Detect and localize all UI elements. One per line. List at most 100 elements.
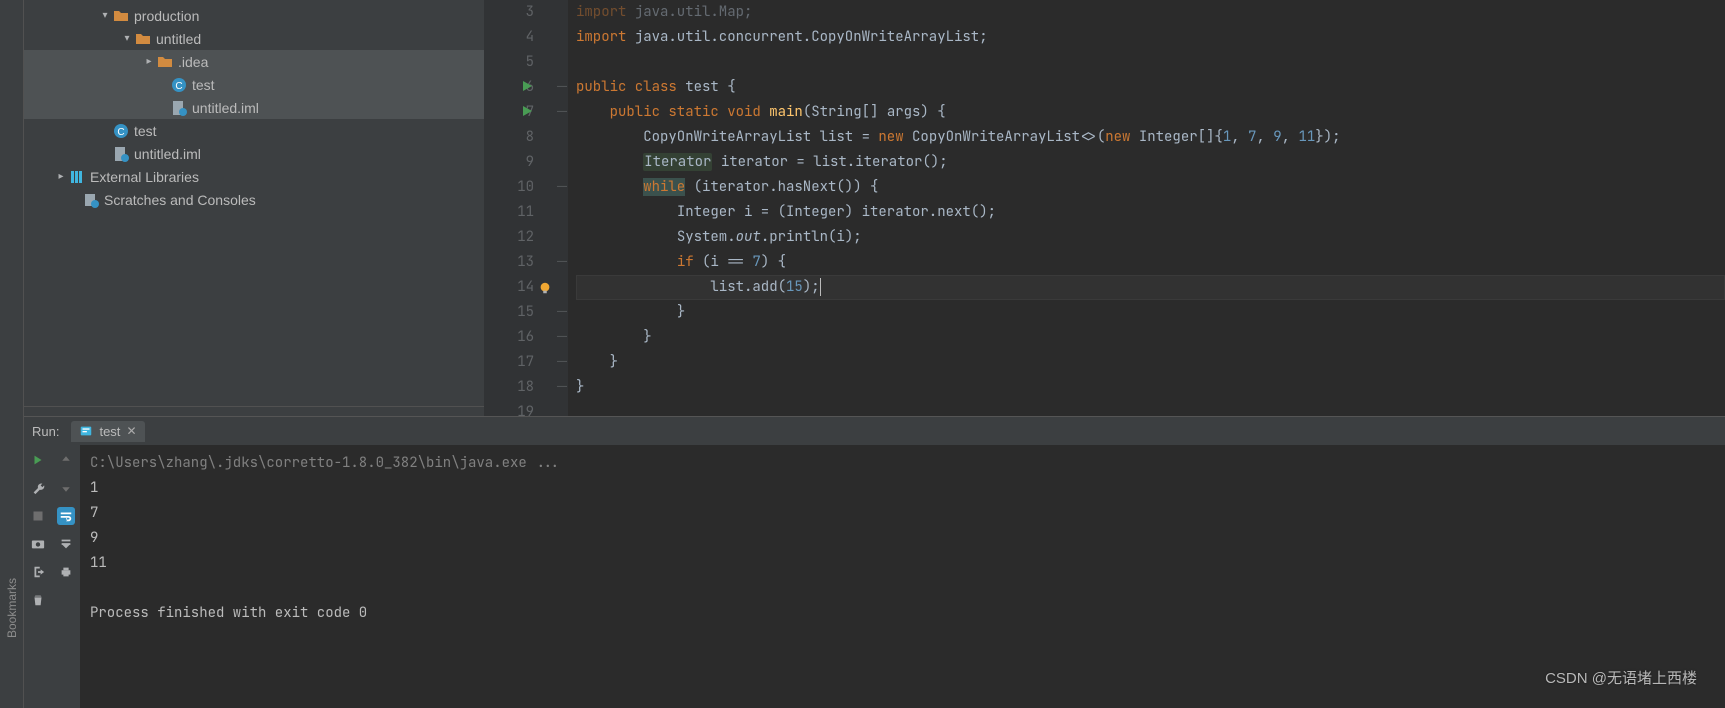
editor-gutter[interactable]: 345678910111213141516171819 [484,0,554,416]
gutter-line[interactable]: 10 [484,175,534,200]
tree-item-production[interactable]: ▾ production [24,4,484,27]
watermark: CSDN @无语堵上西楼 [1545,667,1697,688]
code-line[interactable]: } [576,350,1725,375]
gutter-line[interactable]: 8 [484,125,534,150]
code-line[interactable]: import java.util.Map; [576,0,1725,25]
fold-marker[interactable]: — [557,106,567,117]
gutter-line[interactable]: 6 [484,75,534,100]
fold-column[interactable]: — — — — — — — — [554,0,568,416]
gutter-line[interactable]: 15 [484,300,534,325]
wrench-button[interactable] [29,479,47,497]
tree-item-label: untitled.iml [134,146,201,162]
code-line[interactable]: Iterator iterator = list.iterator(); [576,150,1725,175]
tree-item-label: untitled [156,31,201,47]
gutter-line[interactable]: 17 [484,350,534,375]
console-line: 11 [90,551,1715,576]
rerun-button[interactable] [29,451,47,469]
gutter-line[interactable]: 9 [484,150,534,175]
code-line[interactable]: import java.util.concurrent.CopyOnWriteA… [576,25,1725,50]
sidebar-scrollbar[interactable] [24,406,484,416]
intention-bulb-icon[interactable] [538,279,552,293]
fold-marker[interactable]: — [557,181,567,192]
gutter-line[interactable]: 16 [484,325,534,350]
code-area[interactable]: import java.util.Map;import java.util.co… [568,0,1725,416]
code-line[interactable] [576,50,1725,75]
tree-item-test[interactable]: Ctest [24,73,484,96]
tree-item-label: production [134,8,199,24]
print-button[interactable] [57,563,75,581]
run-panel[interactable]: Run: test ✕ C:\Use [24,416,1725,708]
gutter-line[interactable]: 5 [484,50,534,75]
tree-item-label: test [134,123,157,139]
soft-wrap-button[interactable] [57,507,75,525]
tree-item--idea[interactable]: ▸.idea [24,50,484,73]
code-line[interactable]: } [576,325,1725,350]
exit-button[interactable] [29,563,47,581]
code-line[interactable]: while (iterator.hasNext()) { [576,175,1725,200]
gutter-line[interactable]: 7 [484,100,534,125]
gutter-line[interactable]: 3 [484,0,534,25]
project-tree-panel[interactable]: ▾production▾untitled▸.ideaCtestuntitled.… [24,0,484,416]
code-editor[interactable]: 345678910111213141516171819 ———————— imp… [484,0,1725,416]
up-button[interactable] [57,451,75,469]
stop-button[interactable] [29,507,47,525]
tree-item-test[interactable]: Ctest [24,119,484,142]
fold-marker[interactable]: — [557,356,567,367]
tree-item-untitled-iml[interactable]: untitled.iml [24,96,484,119]
fold-marker[interactable]: — [557,81,567,92]
tree-item-untitled[interactable]: ▾ untitled [24,27,484,50]
bookmarks-tool-label[interactable]: Bookmarks [5,578,19,638]
console-line: 9 [90,526,1715,551]
code-line[interactable]: if (i == 7) { [576,250,1725,275]
code-line[interactable]: } [576,300,1725,325]
run-gutter-icon[interactable] [523,106,532,116]
code-line[interactable]: System.out.println(i); [576,225,1725,250]
gutter-line[interactable]: 12 [484,225,534,250]
gutter-line[interactable]: 14 [484,275,534,300]
run-gutter-icon[interactable] [523,81,532,91]
code-line[interactable]: public class test { [576,75,1725,100]
console-line: Process finished with exit code 0 [90,601,1715,626]
lib-icon [68,168,86,186]
tree-item-label: untitled.iml [192,100,259,116]
down-button[interactable] [57,479,75,497]
run-tab-test[interactable]: test ✕ [71,421,144,442]
tree-arrow-icon[interactable]: ▾ [120,33,134,44]
code-line[interactable]: } [576,375,1725,400]
tree-arrow-icon[interactable]: ▾ [98,10,112,21]
folder-icon [156,53,174,71]
gutter-line[interactable]: 4 [484,25,534,50]
run-config-icon [79,424,93,438]
gutter-line[interactable]: 13 [484,250,534,275]
fold-marker[interactable]: — [557,256,567,267]
scroll-end-button[interactable] [57,535,75,553]
code-line[interactable]: CopyOnWriteArrayList list = new CopyOnWr… [576,125,1725,150]
iml-icon [170,99,188,117]
run-toolbar-secondary[interactable] [52,445,80,708]
svg-text:C: C [117,127,124,138]
fold-marker[interactable]: — [557,306,567,317]
left-tool-strip[interactable]: Bookmarks [0,0,24,708]
tree-item-untitled-iml[interactable]: untitled.iml [24,142,484,165]
tree-arrow-icon[interactable]: ▸ [142,56,156,67]
tree-item-external-libraries[interactable]: ▸External Libraries [24,165,484,188]
tree-arrow-icon[interactable]: ▸ [54,171,68,182]
tree-item-label: test [192,77,215,93]
code-line[interactable]: list.add(15); [576,275,1725,300]
close-icon[interactable]: ✕ [126,424,136,438]
console-output[interactable]: C:\Users\zhang\.jdks\corretto-1.8.0_382\… [80,445,1725,708]
camera-button[interactable] [29,535,47,553]
code-line[interactable]: Integer i = (Integer) iterator.next(); [576,200,1725,225]
tree-item-scratches-and-consoles[interactable]: Scratches and Consoles [24,188,484,211]
code-line[interactable] [576,400,1725,425]
run-panel-label: Run: [32,424,59,439]
console-line: 1 [90,476,1715,501]
code-line[interactable]: public static void main(String[] args) { [576,100,1725,125]
fold-marker[interactable]: — [557,381,567,392]
fold-marker[interactable]: — [557,331,567,342]
gutter-line[interactable]: 11 [484,200,534,225]
gutter-line[interactable]: 19 [484,400,534,425]
run-toolbar-primary[interactable] [24,445,52,708]
trash-button[interactable] [29,591,47,609]
gutter-line[interactable]: 18 [484,375,534,400]
